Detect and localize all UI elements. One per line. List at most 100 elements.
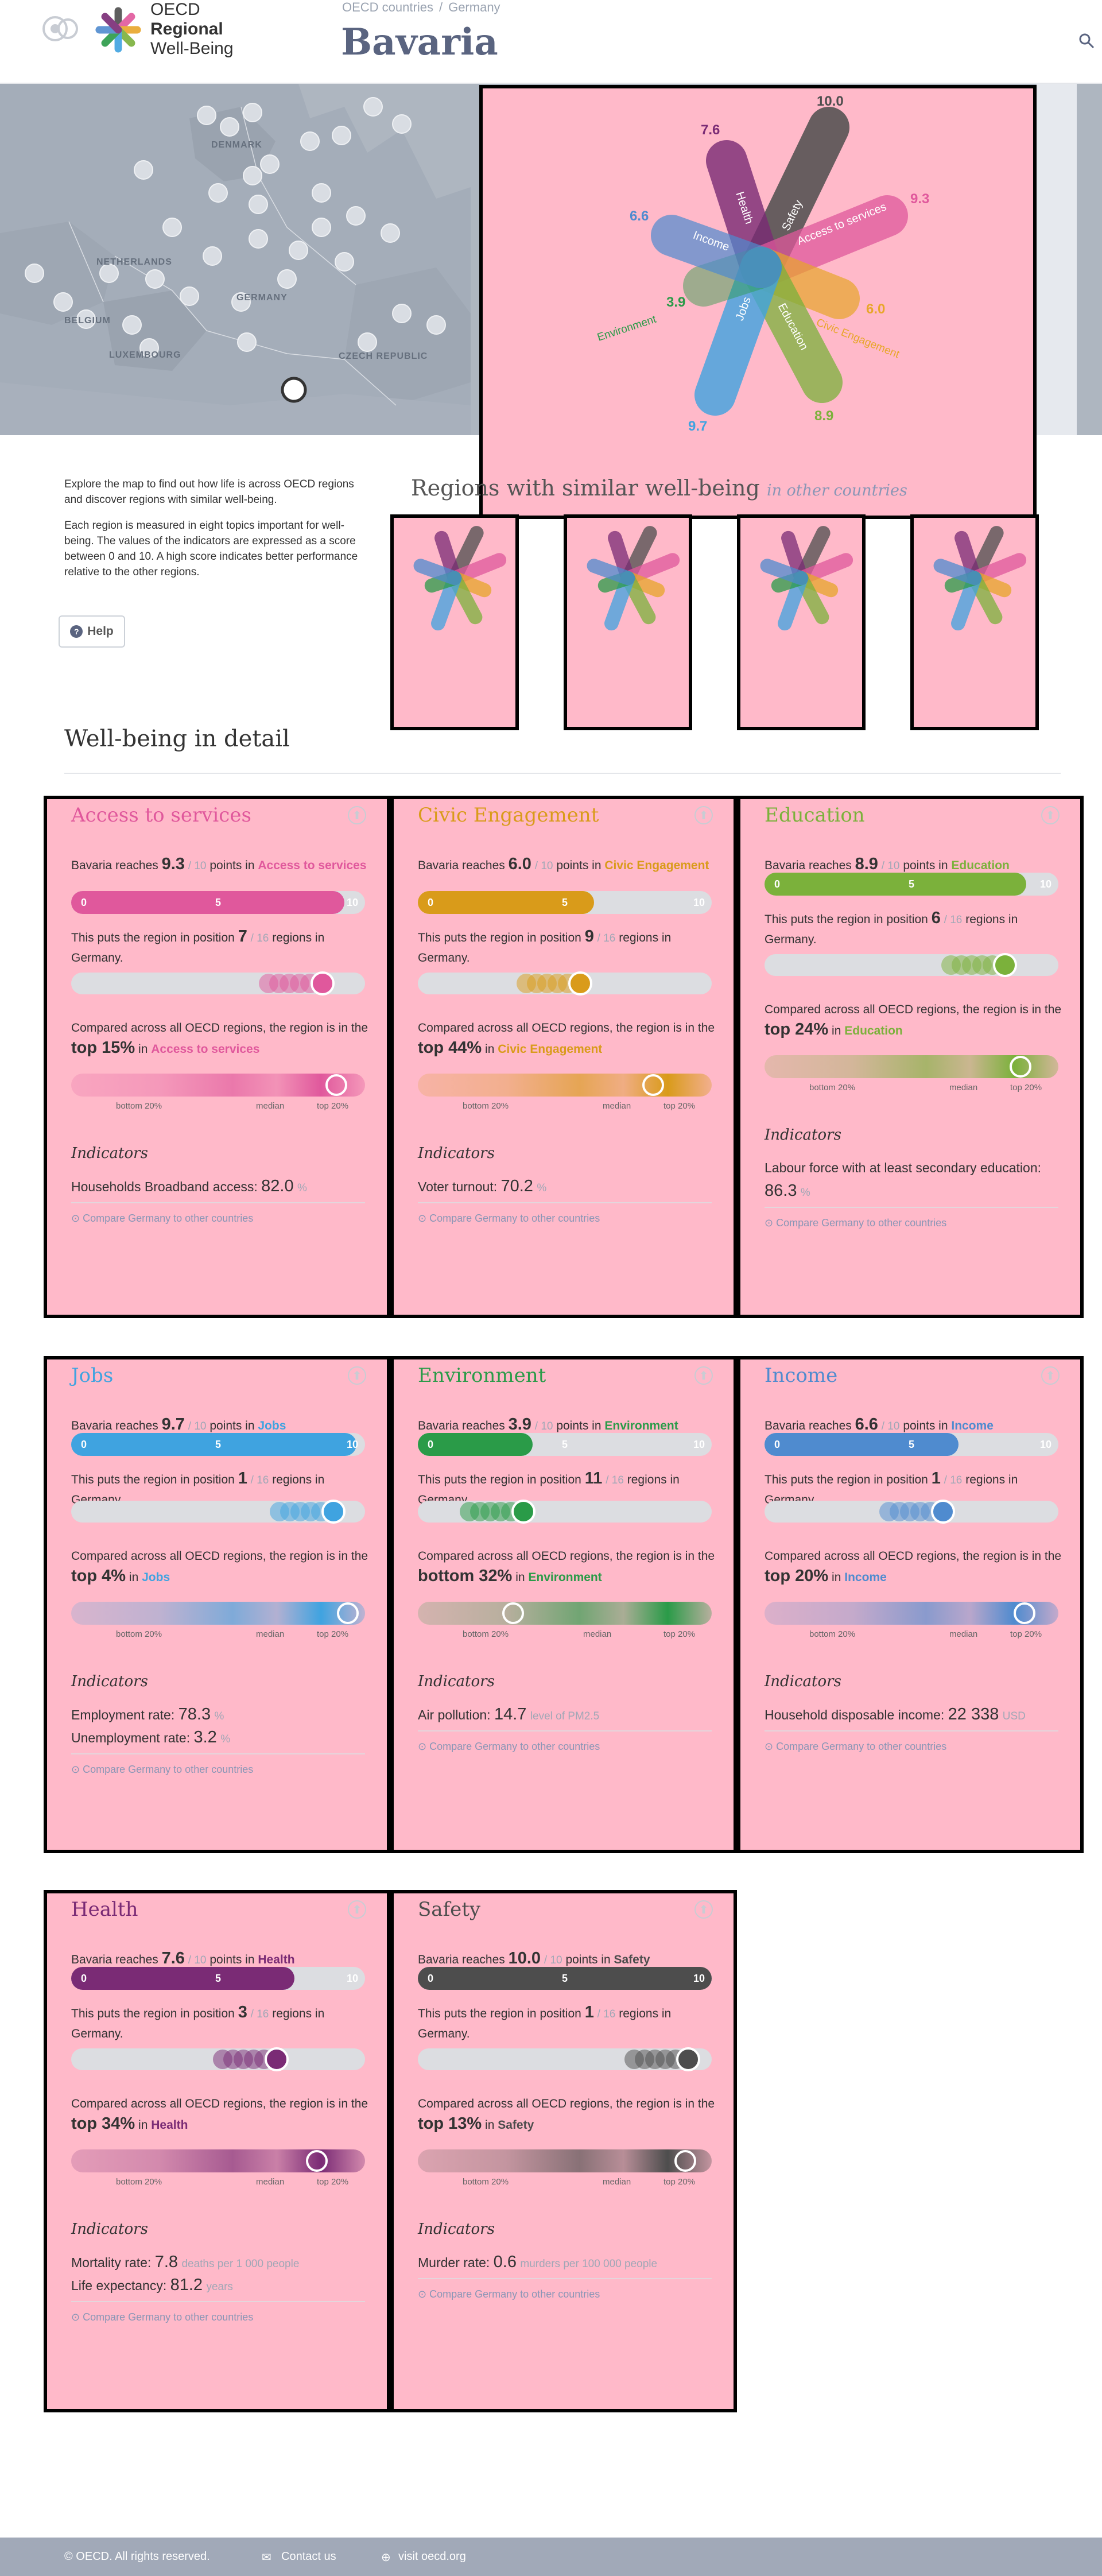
- score-sentence: Bavaria reaches 9.3 / 10 points in Acces…: [71, 855, 367, 873]
- region-marker[interactable]: [931, 1500, 956, 1524]
- similar-regions-heading: Regions with similar well-being: [411, 475, 760, 501]
- compare-countries-link[interactable]: ⊙ Compare Germany to other countries: [765, 1741, 946, 1753]
- breadcrumb-germany[interactable]: Germany: [448, 0, 500, 14]
- map-label-luxembourg: LUXEMBOURG: [109, 350, 181, 360]
- score-bar: 0 5 10: [418, 1433, 712, 1456]
- intro-paragraph-2: Each region is measured in eight topics …: [64, 520, 358, 578]
- indicator-0: Mortality rate: 7.8 deaths per 1 000 peo…: [71, 2250, 370, 2276]
- region-distribution-marker[interactable]: [642, 1074, 664, 1096]
- divider: [418, 1730, 712, 1731]
- breadcrumb: OECD countries / Germany: [342, 0, 506, 15]
- rank-value: 11: [584, 1469, 603, 1488]
- rank-total: / 16: [250, 2008, 269, 2020]
- arrow-circle-icon: ⊙: [71, 1213, 80, 1224]
- logo-text: OECD Regional Well-Being: [150, 0, 234, 59]
- petal-value-jobs: 9.7: [688, 419, 707, 434]
- region-distribution-marker[interactable]: [1014, 1602, 1035, 1624]
- petal-value-income: 6.6: [630, 208, 649, 224]
- percentile-value: top 20%: [765, 1567, 829, 1585]
- score-bar: 0 5 10: [418, 891, 712, 914]
- region-distribution-marker[interactable]: [305, 2150, 328, 2172]
- compare-countries-link[interactable]: ⊙ Compare Germany to other countries: [418, 1741, 600, 1753]
- similar-region-card[interactable]: [910, 514, 1039, 730]
- mail-icon: ✉: [262, 2551, 271, 2564]
- percentile-value: top 24%: [765, 1020, 829, 1039]
- bar-tick-5: 5: [908, 878, 915, 890]
- similar-region-card[interactable]: [564, 514, 692, 730]
- region-marker[interactable]: [993, 953, 1018, 977]
- region-marker[interactable]: [321, 1500, 346, 1524]
- region-marker[interactable]: [265, 2047, 289, 2071]
- divider: [418, 1202, 712, 1203]
- toggle-details-icon[interactable]: ⬆: [1041, 806, 1060, 824]
- oecd-compare-sentence: Compared across all OECD regions, the re…: [418, 1550, 715, 1585]
- bar-tick-5: 5: [215, 1973, 222, 1984]
- compare-countries-link[interactable]: ⊙ Compare Germany to other countries: [71, 1764, 253, 1776]
- similar-region-card[interactable]: [737, 514, 866, 730]
- label-top-20: top 20%: [317, 1101, 349, 1111]
- region-marker[interactable]: [568, 971, 592, 995]
- toggle-details-icon[interactable]: ⬆: [694, 1366, 713, 1385]
- card-title: Education: [765, 804, 865, 827]
- similar-regions-subtitle: in other countries: [766, 482, 907, 499]
- indicator-unit: USD: [1002, 1710, 1026, 1722]
- label-top-20: top 20%: [663, 2177, 696, 2187]
- distribution-bar: [71, 1074, 365, 1097]
- compare-countries-link[interactable]: ⊙ Compare Germany to other countries: [71, 2311, 253, 2323]
- bar-tick-5: 5: [561, 1439, 568, 1450]
- label-bottom-20: bottom 20%: [463, 1101, 509, 1111]
- help-button[interactable]: ? Help: [59, 615, 125, 648]
- region-distribution-marker[interactable]: [336, 1602, 359, 1624]
- oecd-compare-sentence: Compared across all OECD regions, the re…: [418, 1021, 715, 1057]
- indicator-value: 7.8: [154, 2253, 179, 2271]
- toggle-details-icon[interactable]: ⬆: [348, 806, 366, 824]
- similar-regions-title: Regions with similar well-being in other…: [411, 475, 907, 501]
- footer-contact-link[interactable]: Contact us: [281, 2550, 336, 2563]
- score-bar-fill: [71, 1967, 295, 1990]
- breadcrumb-oecd-countries[interactable]: OECD countries: [342, 0, 433, 14]
- card-title: Health: [71, 1898, 138, 1921]
- indicator-unit: deaths per 1 000 people: [181, 2258, 300, 2270]
- wellbeing-flower-chart[interactable]: Safety Health Access to services Income …: [483, 88, 1033, 516]
- oecd-logo-icon[interactable]: [41, 15, 87, 42]
- bar-tick-5: 5: [561, 897, 568, 908]
- score-topic: Health: [258, 1953, 295, 1966]
- region-marker[interactable]: [676, 2047, 700, 2071]
- flower-logo-icon[interactable]: [92, 3, 145, 56]
- rank-value: 3: [238, 2003, 247, 2021]
- region-marker[interactable]: [311, 971, 335, 995]
- label-median: median: [949, 1083, 978, 1093]
- region-distribution-marker[interactable]: [674, 2150, 696, 2172]
- indicator-unit: %: [220, 1733, 231, 1745]
- toggle-details-icon[interactable]: ⬆: [694, 806, 713, 824]
- toggle-details-icon[interactable]: ⬆: [348, 1900, 366, 1919]
- region-marker[interactable]: [511, 1500, 536, 1524]
- similar-region-card[interactable]: [390, 514, 519, 730]
- region-distribution-marker[interactable]: [325, 1074, 347, 1096]
- toggle-details-icon[interactable]: ⬆: [1041, 1366, 1060, 1385]
- bar-tick-0: 0: [80, 1439, 87, 1450]
- region-distribution-marker[interactable]: [1009, 1056, 1031, 1078]
- compare-countries-link[interactable]: ⊙ Compare Germany to other countries: [418, 2288, 600, 2300]
- arrow-circle-icon: ⊙: [71, 2311, 80, 2323]
- score-bar: 0 5 10: [765, 873, 1058, 896]
- search-icon[interactable]: [1078, 32, 1095, 49]
- indicator-unit: %: [537, 1182, 547, 1194]
- compare-countries-link[interactable]: ⊙ Compare Germany to other countries: [418, 1213, 600, 1225]
- compare-countries-link[interactable]: ⊙ Compare Germany to other countries: [71, 1213, 253, 1225]
- indicator-value: 78.3: [178, 1705, 211, 1723]
- rank-value: 9: [584, 927, 594, 946]
- region-distribution-marker[interactable]: [502, 1602, 525, 1624]
- map-label-czech-republic: CZECH REPUBLIC: [339, 351, 428, 361]
- divider: [71, 1753, 365, 1754]
- score-value: 3.9: [508, 1415, 531, 1434]
- toggle-details-icon[interactable]: ⬆: [348, 1366, 366, 1385]
- petal-value-education: 8.9: [814, 408, 833, 424]
- toggle-details-icon[interactable]: ⬆: [694, 1900, 713, 1919]
- compare-countries-link[interactable]: ⊙ Compare Germany to other countries: [765, 1217, 946, 1229]
- score-value: 8.9: [855, 855, 878, 873]
- score-bar-fill: [418, 891, 595, 914]
- footer-visit-link[interactable]: visit oecd.org: [398, 2550, 466, 2563]
- intro-text: Explore the map to find out how life is …: [64, 477, 368, 590]
- oecd-compare-sentence: Compared across all OECD regions, the re…: [71, 1021, 368, 1057]
